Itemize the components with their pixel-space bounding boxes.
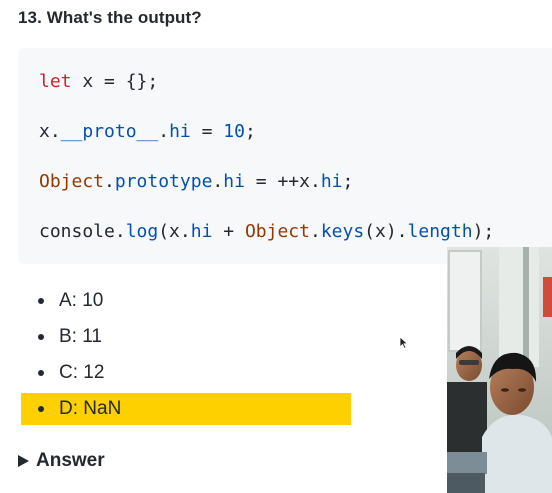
code-token: keys [320,221,365,242]
option-d-highlighted: D: NaN [21,393,351,425]
code-token: x = {}; [71,71,159,92]
code-line-3: Object.prototype.hi = ++x.hi; [39,170,353,194]
bullet-icon [38,298,44,304]
code-token: . [158,121,170,142]
code-token: = ++x. [244,171,321,192]
mouse-pointer-icon [399,336,409,350]
code-token: ; [244,121,256,142]
bullet-icon [38,406,44,412]
triangle-right-icon [18,455,29,467]
code-token: Object [244,221,310,242]
code-token: __proto__ [60,121,159,142]
option-label: B: 11 [59,326,102,347]
code-block: let x = {}; x.__proto__.hi = 10; Object.… [18,48,552,264]
code-token: hi [169,121,191,142]
code-token: . [104,171,115,192]
option-c: C: 12 [20,357,440,389]
code-line-4: console.log(x.hi + Object.keys(x).length… [39,220,494,244]
code-token: x. [39,121,61,142]
bullet-icon [38,370,44,376]
option-label: D: NaN [59,398,122,419]
code-token: log [125,221,159,242]
question-title: 13. What's the output? [18,8,202,27]
code-line-2: x.__proto__.hi = 10; [39,120,256,144]
webcam-video-image [447,247,552,493]
code-line-1: let x = {}; [39,70,158,94]
code-token: ); [472,221,495,242]
bullet-icon [38,334,44,340]
code-token: length [407,221,473,242]
answer-toggle[interactable]: Answer [18,450,105,472]
code-token: (x. [158,221,191,242]
page: 13. What's the output? let x = {}; x.__p… [0,0,552,493]
code-token: let [39,71,72,92]
option-a: A: 10 [20,285,440,317]
code-token: Object [39,171,105,192]
code-token: console. [39,221,126,242]
option-label: A: 10 [59,290,104,311]
code-token: hi [320,171,343,192]
code-token: hi [223,171,245,192]
options-list: A: 10 B: 11 C: 12 D: NaN [20,285,440,429]
code-token: (x). [364,221,408,242]
answer-label: Answer [36,450,105,471]
code-token: . [309,221,321,242]
option-label: C: 12 [59,362,105,383]
option-b: B: 11 [20,321,440,353]
code-token: . [212,171,224,192]
code-token: hi [190,221,213,242]
code-token: prototype [114,171,213,192]
code-token: = [190,121,224,142]
webcam-overlay [447,247,552,493]
code-token: ; [342,171,354,192]
code-token: + [212,221,245,242]
code-token: 10 [223,121,245,142]
